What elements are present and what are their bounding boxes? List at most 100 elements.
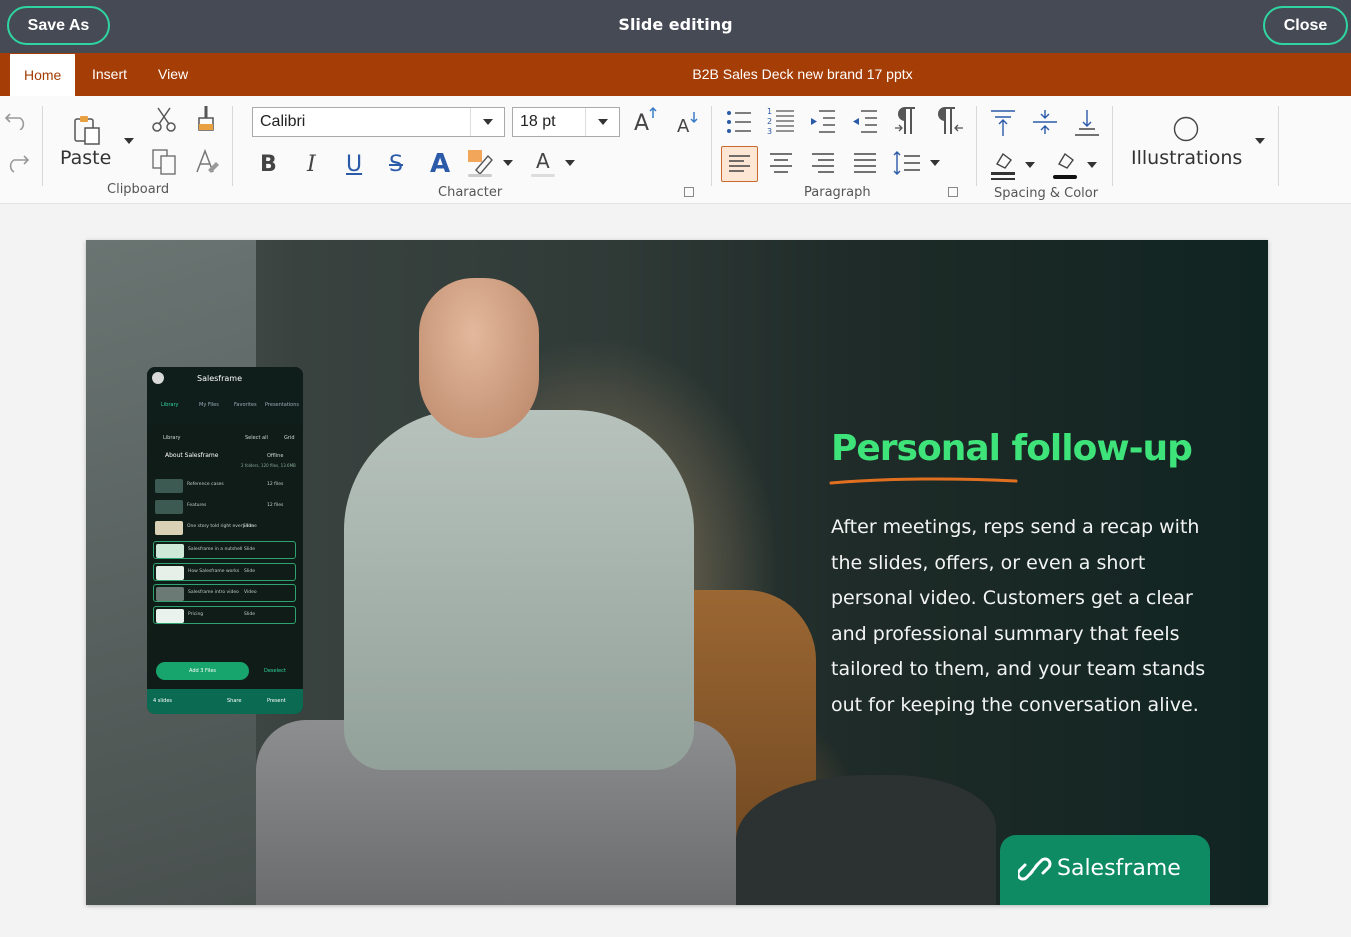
ribbon-separator bbox=[42, 106, 43, 186]
tab-view[interactable]: View bbox=[158, 53, 188, 96]
slide-canvas[interactable]: Salesframe Library My Files Favorites Pr… bbox=[86, 240, 1268, 905]
thumbnail bbox=[155, 500, 183, 514]
bold-button[interactable]: B bbox=[260, 154, 277, 176]
document-name: B2B Sales Deck new brand 17 pptx bbox=[692, 66, 913, 82]
font-name-select[interactable]: Calibri bbox=[252, 107, 505, 137]
paste-dropdown-arrow[interactable] bbox=[124, 138, 134, 144]
phone-slides-count: 4 slides bbox=[153, 698, 173, 704]
circle-shape-icon[interactable] bbox=[1172, 115, 1200, 143]
justify-icon[interactable] bbox=[851, 150, 879, 178]
underline-button[interactable]: U bbox=[346, 154, 362, 176]
line-spacing-dropdown-arrow[interactable] bbox=[930, 160, 940, 166]
align-center-icon[interactable] bbox=[767, 150, 795, 178]
ribbon-tab-bar: Home Insert View B2B Sales Deck new bran… bbox=[0, 53, 1351, 96]
list-item-meta: 12 files bbox=[267, 503, 284, 508]
line-spacing-icon[interactable] bbox=[891, 148, 923, 180]
slide-body-text[interactable]: After meetings, reps send a recap with t… bbox=[831, 510, 1211, 723]
shape-fill-icon[interactable] bbox=[989, 148, 1019, 182]
highlight-icon[interactable] bbox=[466, 148, 496, 178]
phone-folder-title: About Salesframe bbox=[165, 452, 219, 459]
svg-text:A: A bbox=[677, 116, 690, 136]
phone-header: Salesframe Library My Files Favorites Pr… bbox=[147, 367, 303, 425]
font-size-value: 18 pt bbox=[520, 113, 556, 130]
paragraph-dialog-launcher-icon[interactable] bbox=[948, 187, 958, 197]
shrink-font-icon[interactable]: A bbox=[675, 110, 703, 136]
list-item: One story told right every time Slide bbox=[153, 519, 296, 537]
phone-nav-favorites: Favorites bbox=[234, 402, 257, 408]
phone-breadcrumb: Library bbox=[163, 435, 181, 441]
ribbon-separator bbox=[976, 106, 977, 186]
list-item-label: How Salesframe works bbox=[188, 569, 240, 574]
illustrations-dropdown-arrow[interactable] bbox=[1255, 138, 1265, 144]
undo-icon[interactable] bbox=[4, 108, 30, 130]
thumbnail bbox=[156, 544, 184, 558]
grow-font-icon[interactable]: A bbox=[632, 106, 660, 134]
tab-home[interactable]: Home bbox=[10, 54, 76, 96]
increase-indent-icon[interactable] bbox=[809, 108, 837, 136]
align-right-icon[interactable] bbox=[809, 150, 837, 178]
italic-button[interactable]: I bbox=[307, 154, 316, 176]
thumbnail bbox=[156, 566, 184, 580]
clear-formatting-icon[interactable] bbox=[194, 148, 220, 176]
align-left-button[interactable] bbox=[721, 146, 758, 182]
brand-name: Salesframe bbox=[1057, 856, 1181, 881]
list-item: Salesframe intro video Video bbox=[153, 584, 296, 602]
close-button[interactable]: Close bbox=[1263, 6, 1348, 45]
cut-icon[interactable] bbox=[151, 106, 177, 134]
photo-person-head bbox=[419, 278, 539, 438]
phone-share: Share bbox=[227, 698, 242, 704]
paste-label[interactable]: Paste bbox=[60, 147, 111, 169]
shape-fill-dropdown-arrow[interactable] bbox=[1025, 162, 1035, 168]
format-painter-icon[interactable] bbox=[194, 104, 218, 134]
title-bar: Save As Slide editing Close bbox=[0, 0, 1351, 53]
font-size-select[interactable]: 18 pt bbox=[512, 107, 620, 137]
list-item-label: Features bbox=[187, 503, 207, 508]
shape-outline-icon[interactable] bbox=[1051, 148, 1081, 182]
clipboard-group-label: Clipboard bbox=[107, 182, 170, 197]
phone-app-name: Salesframe bbox=[197, 374, 243, 383]
phone-bottom-bar: 4 slides Share Present bbox=[147, 689, 303, 714]
character-dialog-launcher-icon[interactable] bbox=[684, 187, 694, 197]
list-item-label: Pricing bbox=[188, 612, 204, 617]
svg-text:2: 2 bbox=[767, 117, 772, 126]
copy-icon[interactable] bbox=[151, 148, 179, 176]
thumbnail bbox=[156, 609, 184, 623]
chevron-down-icon[interactable] bbox=[585, 108, 619, 136]
phone-nav-my-files: My Files bbox=[199, 402, 219, 408]
list-item: Features 12 files bbox=[153, 498, 296, 516]
slide-headline[interactable]: Personal follow-up bbox=[831, 428, 1193, 469]
tab-insert[interactable]: Insert bbox=[92, 53, 127, 96]
ribbon-separator bbox=[1278, 106, 1279, 186]
list-item-meta: 12 files bbox=[267, 482, 284, 487]
ltr-paragraph-icon[interactable] bbox=[893, 106, 921, 136]
align-top-icon[interactable] bbox=[989, 108, 1017, 138]
list-item: Reference cases 12 files bbox=[153, 477, 296, 495]
illustrations-label[interactable]: Illustrations bbox=[1131, 147, 1242, 169]
link-logo-icon bbox=[1018, 857, 1052, 881]
strikethrough-button[interactable]: S bbox=[389, 154, 403, 176]
list-item: Pricing Slide bbox=[153, 606, 296, 624]
ribbon-separator bbox=[711, 106, 712, 186]
rtl-paragraph-icon[interactable] bbox=[935, 106, 965, 136]
bullet-list-icon[interactable] bbox=[725, 108, 753, 136]
redo-icon[interactable] bbox=[4, 150, 30, 174]
paste-icon[interactable] bbox=[72, 114, 102, 146]
font-color-button[interactable]: A bbox=[536, 151, 550, 171]
text-effect-button[interactable]: A bbox=[430, 151, 450, 177]
align-bottom-icon[interactable] bbox=[1073, 108, 1101, 138]
align-left-icon bbox=[729, 155, 750, 172]
chevron-down-icon[interactable] bbox=[470, 108, 504, 136]
font-color-dropdown-arrow[interactable] bbox=[565, 160, 575, 166]
character-group-label: Character bbox=[438, 185, 503, 200]
shape-outline-dropdown-arrow[interactable] bbox=[1087, 162, 1097, 168]
numbered-list-icon[interactable]: 123 bbox=[767, 106, 795, 136]
ribbon-separator bbox=[232, 106, 233, 186]
avatar bbox=[152, 372, 164, 384]
list-item-meta: Slide bbox=[244, 612, 255, 617]
photo-person-body bbox=[344, 410, 694, 770]
highlight-dropdown-arrow[interactable] bbox=[503, 160, 513, 166]
headline-underline-stroke bbox=[829, 477, 1018, 485]
list-item-meta: Slide bbox=[243, 524, 254, 529]
decrease-indent-icon[interactable] bbox=[851, 108, 879, 136]
align-middle-icon[interactable] bbox=[1031, 108, 1059, 138]
